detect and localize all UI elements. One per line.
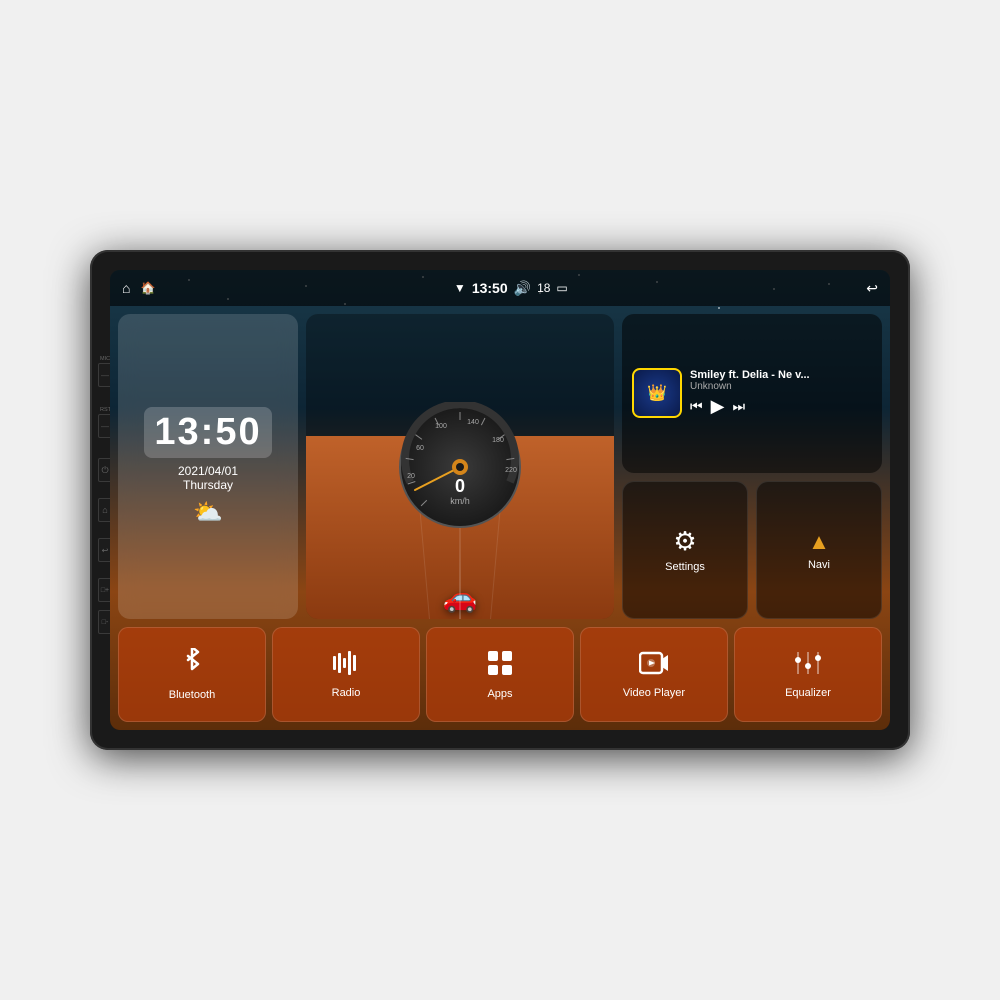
status-left: ⌂ 🏠 [122,280,155,296]
speedometer-gauge: 20 60 100 140 180 220 0 [395,402,525,532]
radio-button[interactable]: Radio [272,627,420,722]
apps-icon [486,649,514,682]
svg-text:km/h: km/h [450,496,470,506]
music-title: Smiley ft. Delia - Ne v... [690,369,872,381]
bottom-app-row: Bluetooth Rad [118,627,882,722]
album-art: 👑 [632,368,682,418]
svg-text:140: 140 [467,419,479,426]
radio-icon [331,650,361,681]
weather-icon: ⛅ [193,498,223,527]
album-crown-icon: 👑 [647,383,667,403]
speedometer-widget: 🚗 [306,314,614,619]
apps-button[interactable]: Apps [426,627,574,722]
equalizer-button[interactable]: Equalizer [734,627,882,722]
right-widgets: 👑 Smiley ft. Delia - Ne v... Unknown ⏮ ▶… [622,314,882,619]
next-button[interactable]: ⏭ [732,398,745,415]
play-button[interactable]: ▶ [711,396,725,417]
bluetooth-icon [178,648,206,683]
music-widget: 👑 Smiley ft. Delia - Ne v... Unknown ⏮ ▶… [622,314,882,473]
navi-label: Navi [808,559,830,571]
wifi-icon: ▼ [454,281,466,295]
settings-icon: ⚙ [673,526,696,557]
video-player-label: Video Player [623,687,685,699]
home-icon[interactable]: ⌂ [122,280,130,296]
video-player-button[interactable]: Video Player [580,627,728,722]
svg-text:100: 100 [435,423,447,430]
bluetooth-label: Bluetooth [169,689,215,701]
svg-text:180: 180 [492,437,504,444]
clock-display: 13:50 [144,407,271,458]
top-row: 13:50 2021/04/01 Thursday ⛅ [118,314,882,619]
radio-label: Radio [332,687,361,699]
clock-date: 2021/04/01 Thursday [178,464,238,492]
svg-text:0: 0 [455,476,465,496]
music-artist: Unknown [690,381,872,392]
battery-icon: ▭ [556,281,567,295]
svg-text:220: 220 [505,467,517,474]
main-content: 13:50 2021/04/01 Thursday ⛅ [110,306,890,730]
status-right: ↩ [866,280,878,297]
settings-label: Settings [665,561,705,573]
status-bar: ⌂ 🏠 ▼ 13:50 🔊 18 ▭ ↩ [110,270,890,306]
music-info: Smiley ft. Delia - Ne v... Unknown ⏮ ▶ ⏭ [690,369,872,417]
screen-bezel: ⌂ 🏠 ▼ 13:50 🔊 18 ▭ ↩ [110,270,890,730]
svg-text:60: 60 [416,445,424,452]
volume-level: 18 [537,281,550,295]
music-controls: ⏮ ▶ ⏭ [690,396,872,417]
svg-text:20: 20 [407,473,415,480]
settings-navi-row: ⚙ Settings ▲ Navi [622,481,882,620]
settings-button[interactable]: ⚙ Settings [622,481,748,620]
car-head-unit: MIC — RST — ⏻ ⌂ ↩ □+ □- [90,250,910,750]
video-icon [639,650,669,681]
volume-icon: 🔊 [514,280,531,297]
navi-button[interactable]: ▲ Navi [756,481,882,620]
apps-label: Apps [487,688,512,700]
prev-button[interactable]: ⏮ [690,398,703,415]
equalizer-label: Equalizer [785,687,831,699]
weather-widget: ⛅ [193,498,223,527]
equalizer-icon [794,650,822,681]
status-time: 13:50 [472,280,508,296]
android-home-icon[interactable]: 🏠 [140,281,155,295]
back-icon[interactable]: ↩ [866,280,878,297]
status-center: ▼ 13:50 🔊 18 ▭ [454,280,568,297]
navi-icon: ▲ [808,529,830,555]
bluetooth-button[interactable]: Bluetooth [118,627,266,722]
clock-widget: 13:50 2021/04/01 Thursday ⛅ [118,314,298,619]
main-screen: ⌂ 🏠 ▼ 13:50 🔊 18 ▭ ↩ [110,270,890,730]
